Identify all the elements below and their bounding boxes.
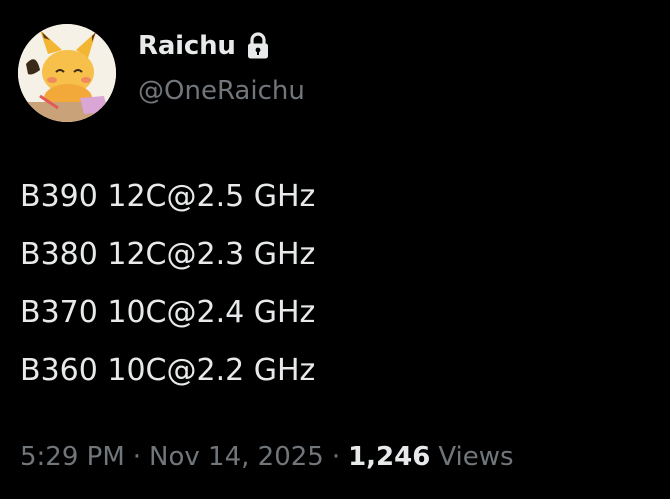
name-row: Raichu	[138, 26, 305, 66]
lock-icon	[246, 32, 270, 60]
tweet-line: B360 10C@2.2 GHz	[20, 353, 316, 388]
raichu-avatar-icon	[18, 24, 116, 122]
views-count[interactable]: 1,246	[348, 442, 430, 472]
display-name[interactable]: Raichu	[138, 31, 236, 61]
tweet-line: B380 12C@2.3 GHz	[20, 237, 316, 272]
views-label[interactable]: Views	[438, 442, 513, 472]
avatar[interactable]	[18, 24, 116, 122]
tweet-date[interactable]: Nov 14, 2025	[149, 442, 324, 472]
tweet-line: B390 12C@2.5 GHz	[20, 179, 316, 214]
tweet: Raichu @OneRaichu B390 12C@2.5 GHz B380 …	[0, 0, 670, 499]
tweet-meta: 5:29 PM · Nov 14, 2025 · 1,246 Views	[20, 442, 514, 472]
user-handle[interactable]: @OneRaichu	[138, 76, 305, 106]
author-block[interactable]: Raichu @OneRaichu	[138, 26, 305, 106]
tweet-line: B370 10C@2.4 GHz	[20, 295, 316, 330]
meta-separator: ·	[132, 442, 142, 472]
meta-separator: ·	[331, 442, 341, 472]
tweet-text: B390 12C@2.5 GHz B380 12C@2.3 GHz B370 1…	[20, 168, 315, 400]
tweet-time[interactable]: 5:29 PM	[20, 442, 125, 472]
